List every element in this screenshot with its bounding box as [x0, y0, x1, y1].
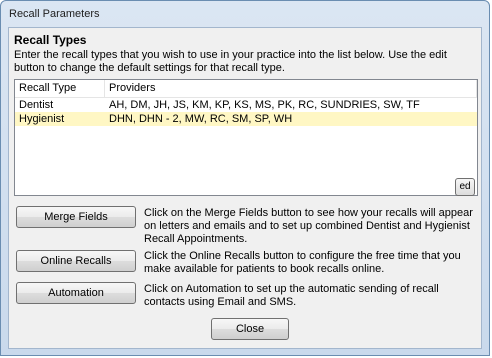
title-bar[interactable]: Recall Parameters: [1, 1, 489, 27]
merge-fields-description: Click on the Merge Fields button to see …: [144, 207, 473, 245]
merge-fields-button[interactable]: Merge Fields: [16, 206, 136, 228]
edit-button[interactable]: ed: [455, 178, 475, 196]
automation-description: Click on Automation to set up the automa…: [144, 283, 439, 308]
section-title: Recall Types: [14, 33, 87, 47]
recall-types-list[interactable]: Recall Type Providers Dentist AH, DM, JH…: [14, 79, 478, 196]
automation-button[interactable]: Automation: [16, 282, 136, 304]
column-header-recall-type[interactable]: Recall Type: [15, 80, 105, 97]
list-header: Recall Type Providers: [15, 80, 477, 98]
online-recalls-description: Click the Online Recalls button to confi…: [144, 250, 461, 275]
online-recalls-button[interactable]: Online Recalls: [16, 250, 136, 272]
list-row-hygienist[interactable]: Hygienist DHN, DHN - 2, MW, RC, SM, SP, …: [15, 112, 477, 126]
intro-text: Enter the recall types that you wish to …: [14, 49, 447, 74]
column-header-providers[interactable]: Providers: [105, 80, 477, 97]
recall-type-cell: Hygienist: [19, 113, 65, 125]
recall-parameters-window: Recall Parameters Recall Types Enter the…: [0, 0, 490, 356]
window-title: Recall Parameters: [9, 8, 100, 20]
list-row-dentist[interactable]: Dentist AH, DM, JH, JS, KM, KP, KS, MS, …: [15, 98, 477, 112]
close-button[interactable]: Close: [211, 318, 289, 340]
providers-cell: DHN, DHN - 2, MW, RC, SM, SP, WH: [109, 113, 293, 125]
dialog-body: Recall Types Enter the recall types that…: [8, 27, 482, 349]
recall-type-cell: Dentist: [19, 99, 54, 111]
providers-cell: AH, DM, JH, JS, KM, KP, KS, MS, PK, RC, …: [109, 99, 420, 111]
